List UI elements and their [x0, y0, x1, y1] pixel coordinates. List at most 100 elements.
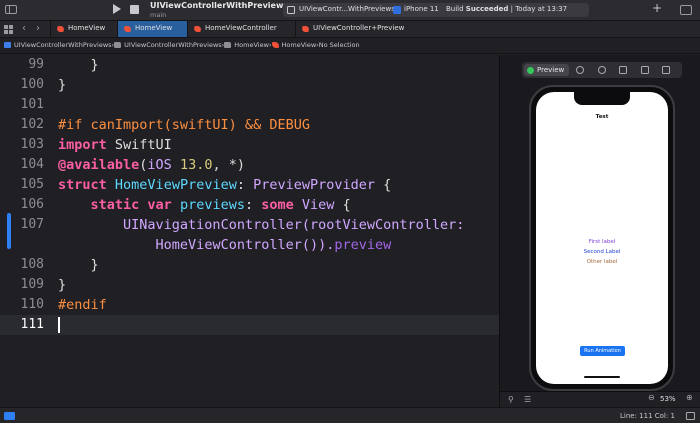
variants-icon[interactable]: [598, 66, 606, 74]
code-text: }: [58, 257, 99, 273]
run-button[interactable]: [113, 4, 121, 14]
status-bar: Line: 111 Col: 1: [0, 407, 700, 423]
change-indicator[interactable]: [7, 213, 11, 249]
code-line[interactable]: HomeViewController()).preview: [0, 235, 499, 255]
stop-button[interactable]: [130, 5, 139, 14]
device-notch: [574, 92, 630, 105]
line-number: 110: [20, 297, 44, 312]
add-library-button[interactable]: +: [652, 1, 662, 15]
device-icon[interactable]: [641, 66, 649, 74]
folder-icon: [224, 42, 232, 48]
line-number: 104: [20, 157, 44, 172]
code-text: #endif: [58, 297, 107, 313]
code-line[interactable]: 107 UINavigationController(rootViewContr…: [0, 215, 499, 235]
text-cursor: [58, 317, 60, 333]
device-icon: [393, 6, 401, 14]
build-status: Build Succeeded | Today at 13:37: [446, 5, 568, 13]
code-text: HomeViewController()).preview: [155, 237, 392, 253]
code-line[interactable]: 105 struct HomeViewPreview: PreviewProvi…: [0, 175, 499, 195]
device-settings-icon[interactable]: [619, 66, 627, 74]
chevron-right-icon: ›: [388, 5, 391, 13]
title-bar: UIViewControllerWithPreviews main UIView…: [0, 0, 700, 20]
breadcrumb-selection[interactable]: No Selection: [319, 41, 360, 49]
split-editor-icon[interactable]: [686, 412, 695, 420]
navigator-toggle-icon[interactable]: [5, 5, 17, 14]
tab-bar: ‹ › HomeView HomeView HomeViewController…: [0, 20, 700, 38]
line-number: 111: [20, 317, 44, 332]
activity-view: UIViewContr...WithPreviews › iPhone 11 B…: [283, 3, 589, 17]
source-editor[interactable]: 99 } 100 } 101 102 #if canImport(swiftUI…: [0, 55, 499, 407]
code-text: UINavigationController(rootViewControlle…: [123, 217, 465, 233]
zoom-in-icon[interactable]: ⊕: [686, 393, 693, 402]
code-line[interactable]: 99 }: [0, 55, 499, 75]
code-line[interactable]: 104 @available(iOS 13.0, *): [0, 155, 499, 175]
swift-file-icon: [123, 26, 132, 32]
line-number: 99: [28, 57, 44, 72]
zoom-level[interactable]: 53%: [660, 395, 676, 403]
duplicate-preview-icon[interactable]: [662, 66, 670, 74]
first-label: First label: [588, 239, 616, 245]
debug-area-toggle-icon[interactable]: [4, 412, 15, 420]
related-items-icon[interactable]: [4, 25, 13, 34]
pin-icon[interactable]: ⚲: [508, 395, 514, 404]
line-number: 102: [20, 117, 44, 132]
scheme-selector[interactable]: UIViewContr...WithPreviews: [299, 5, 395, 13]
preview-button[interactable]: Preview: [524, 64, 570, 76]
scheme-icon: [287, 6, 295, 14]
preview-toolbar: Preview: [522, 62, 682, 78]
breadcrumb-file[interactable]: HomeView: [271, 41, 316, 49]
tab-homeview-1[interactable]: HomeView: [50, 21, 117, 37]
tab-label: UIViewController+Preview: [313, 24, 405, 32]
code-line[interactable]: 103 import SwiftUI: [0, 135, 499, 155]
code-text: struct HomeViewPreview: PreviewProvider …: [58, 177, 392, 193]
swift-file-icon: [271, 42, 279, 48]
swift-file-icon: [193, 26, 202, 32]
code-line[interactable]: 101: [0, 95, 499, 115]
jump-bar: UIViewControllerWithPreviews › UIViewCon…: [0, 38, 700, 54]
project-name: UIViewControllerWithPreviews: [150, 1, 289, 10]
line-number: 101: [20, 97, 44, 112]
run-animation-button[interactable]: Run Animation: [580, 346, 625, 356]
current-code-line[interactable]: 111: [0, 315, 499, 335]
navigation-title: Test: [595, 114, 609, 120]
home-indicator: [584, 376, 620, 378]
code-text: @available(iOS 13.0, *): [58, 157, 245, 173]
tab-label: HomeView: [68, 24, 106, 32]
breadcrumb-group[interactable]: UIViewControllerWithPreviews: [114, 41, 222, 49]
zoom-out-icon[interactable]: ⊖: [648, 393, 655, 402]
selectable-mode-icon[interactable]: [576, 66, 584, 74]
breadcrumb-folder[interactable]: HomeView: [224, 41, 269, 49]
code-text: }: [58, 57, 99, 73]
code-line[interactable]: 106 static var previews: some View {: [0, 195, 499, 215]
preview-screen[interactable]: Test First label Second Label Other labe…: [536, 92, 668, 384]
tab-label: HomeView: [135, 24, 173, 32]
preview-canvas: Preview Test First label Second Label Ot…: [499, 55, 700, 407]
tab-homeview-2[interactable]: HomeView: [117, 21, 187, 37]
list-icon[interactable]: ☰: [524, 395, 531, 404]
code-text: }: [58, 77, 67, 93]
iphone-preview-frame: Test First label Second Label Other labe…: [529, 85, 675, 391]
forward-button[interactable]: ›: [36, 23, 40, 34]
live-preview-icon: [527, 66, 534, 74]
code-line[interactable]: 109 }: [0, 275, 499, 295]
back-button[interactable]: ‹: [22, 23, 26, 34]
code-text: static var previews: some View {: [90, 197, 351, 213]
tab-homeviewcontroller[interactable]: HomeViewController: [187, 21, 295, 37]
breadcrumb-project[interactable]: UIViewControllerWithPreviews: [4, 41, 112, 49]
tab-uiviewcontroller-preview[interactable]: UIViewController+Preview: [295, 21, 430, 37]
code-text: #if canImport(swiftUI) && DEBUG: [58, 117, 310, 133]
line-number: 105: [20, 177, 44, 192]
tab-label: HomeViewController: [205, 24, 277, 32]
breadcrumb: UIViewControllerWithPreviews › UIViewCon…: [4, 41, 360, 49]
canvas-bottom-bar: ⚲ ☰ ⊖ 53% ⊕: [500, 391, 700, 407]
device-selector[interactable]: iPhone 11: [404, 5, 439, 13]
code-line[interactable]: 108 }: [0, 255, 499, 275]
line-number: 109: [20, 277, 44, 292]
code-line[interactable]: 110 #endif: [0, 295, 499, 315]
code-line[interactable]: 102 #if canImport(swiftUI) && DEBUG: [0, 115, 499, 135]
code-line[interactable]: 100 }: [0, 75, 499, 95]
line-number: 103: [20, 137, 44, 152]
line-number: 100: [20, 77, 44, 92]
branch-name[interactable]: main: [150, 11, 166, 19]
inspector-toggle-icon[interactable]: [680, 5, 692, 15]
